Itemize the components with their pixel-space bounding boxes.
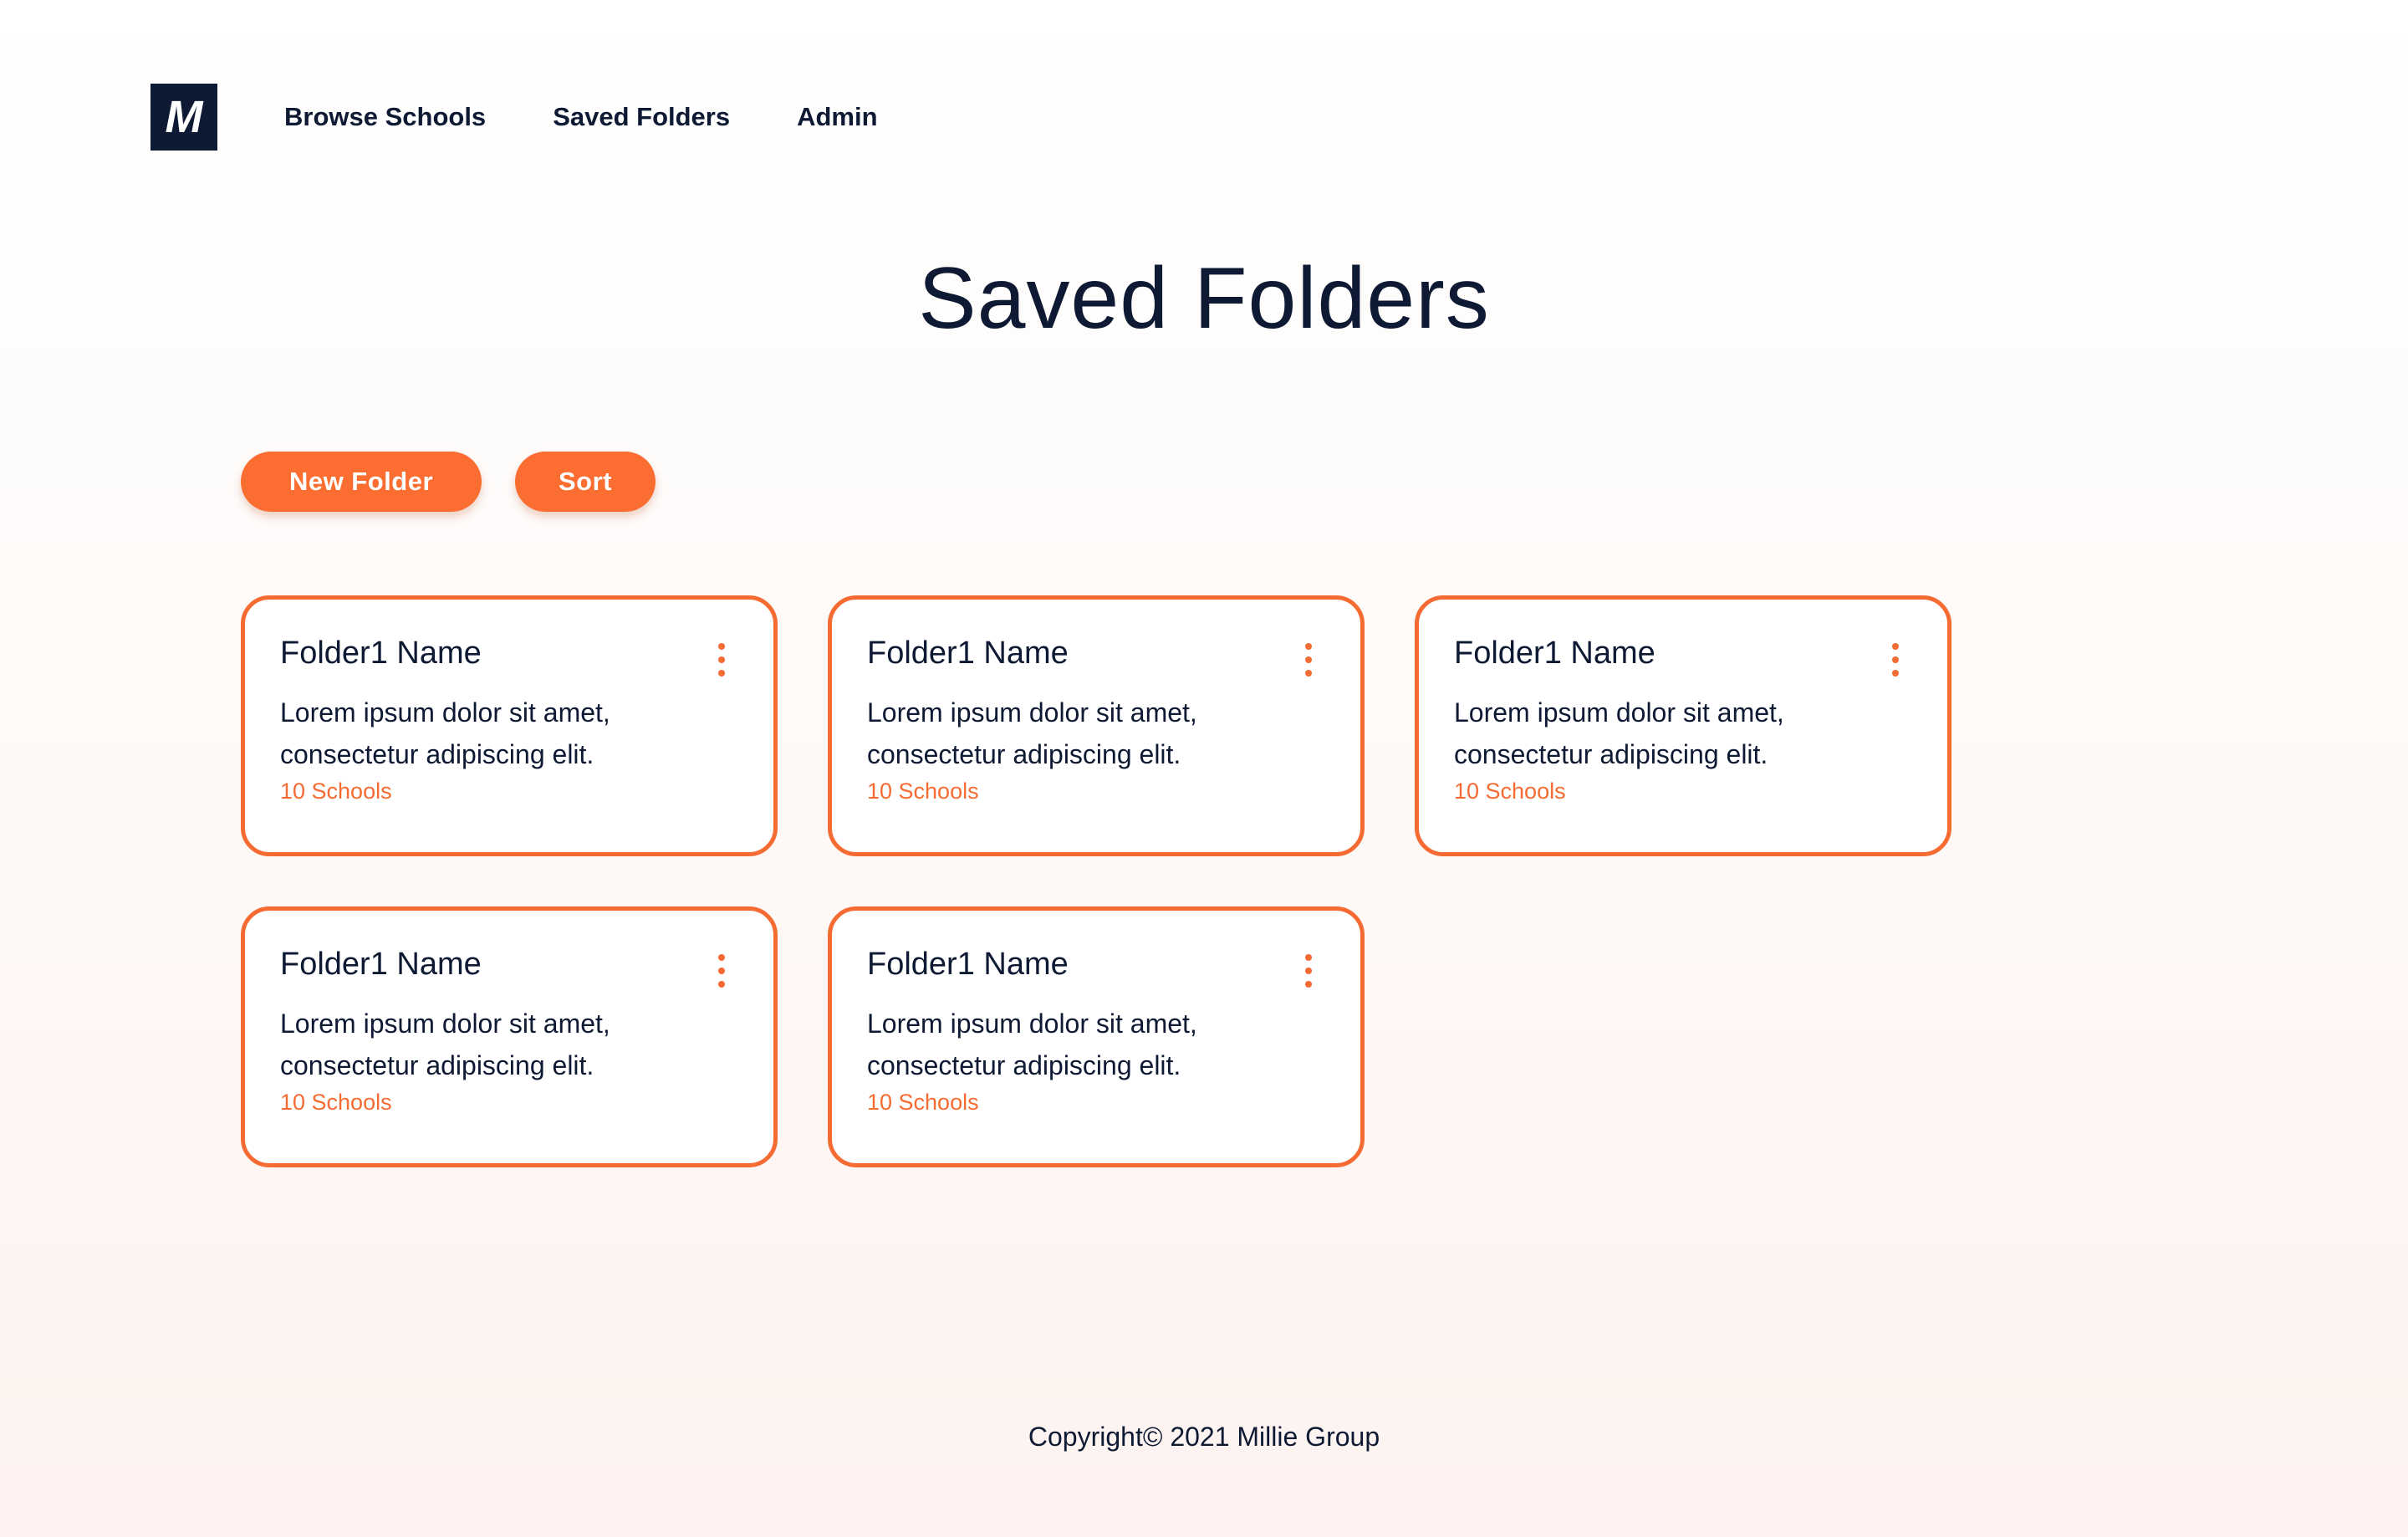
- folder-description: Lorem ipsum dolor sit amet, consectetur …: [280, 1008, 610, 1080]
- kebab-menu-icon[interactable]: [1300, 643, 1317, 677]
- nav-admin[interactable]: Admin: [797, 102, 877, 132]
- kebab-menu-icon[interactable]: [1887, 643, 1904, 677]
- folder-school-count: 10 Schools: [280, 1089, 392, 1115]
- folder-grid: Folder1 Name Lorem ipsum dolor sit amet,…: [241, 595, 1951, 1167]
- sort-button[interactable]: Sort: [515, 452, 656, 512]
- kebab-menu-icon[interactable]: [713, 954, 730, 988]
- folder-name: Folder1 Name: [280, 947, 482, 982]
- folder-name: Folder1 Name: [867, 636, 1069, 671]
- folder-school-count: 10 Schools: [867, 778, 979, 804]
- nav-browse-schools[interactable]: Browse Schools: [284, 102, 486, 132]
- logo[interactable]: M: [150, 84, 217, 151]
- folder-card[interactable]: Folder1 Name Lorem ipsum dolor sit amet,…: [241, 595, 778, 856]
- folder-card[interactable]: Folder1 Name Lorem ipsum dolor sit amet,…: [241, 906, 778, 1167]
- kebab-menu-icon[interactable]: [1300, 954, 1317, 988]
- page-title: Saved Folders: [918, 250, 1490, 347]
- folder-school-count: 10 Schools: [280, 778, 392, 804]
- folder-school-count: 10 Schools: [1454, 778, 1566, 804]
- folder-description: Lorem ipsum dolor sit amet, consectetur …: [1454, 697, 1784, 769]
- new-folder-button[interactable]: New Folder: [241, 452, 482, 512]
- folder-name: Folder1 Name: [280, 636, 482, 671]
- folder-card[interactable]: Folder1 Name Lorem ipsum dolor sit amet,…: [1415, 595, 1951, 856]
- folder-card[interactable]: Folder1 Name Lorem ipsum dolor sit amet,…: [828, 595, 1365, 856]
- nav-saved-folders[interactable]: Saved Folders: [553, 102, 730, 132]
- main-nav: Browse Schools Saved Folders Admin: [284, 99, 878, 135]
- footer-copyright: Copyright© 2021 Millie Group: [1028, 1422, 1380, 1452]
- folder-description: Lorem ipsum dolor sit amet, consectetur …: [867, 697, 1197, 769]
- folder-description: Lorem ipsum dolor sit amet, consectetur …: [280, 697, 610, 769]
- folder-name: Folder1 Name: [867, 947, 1069, 982]
- kebab-menu-icon[interactable]: [713, 643, 730, 677]
- folder-name: Folder1 Name: [1454, 636, 1656, 671]
- folder-school-count: 10 Schools: [867, 1089, 979, 1115]
- logo-letter: M: [165, 92, 203, 142]
- folder-actions: New Folder Sort: [241, 452, 656, 512]
- folder-description: Lorem ipsum dolor sit amet, consectetur …: [867, 1008, 1197, 1080]
- folder-card[interactable]: Folder1 Name Lorem ipsum dolor sit amet,…: [828, 906, 1365, 1167]
